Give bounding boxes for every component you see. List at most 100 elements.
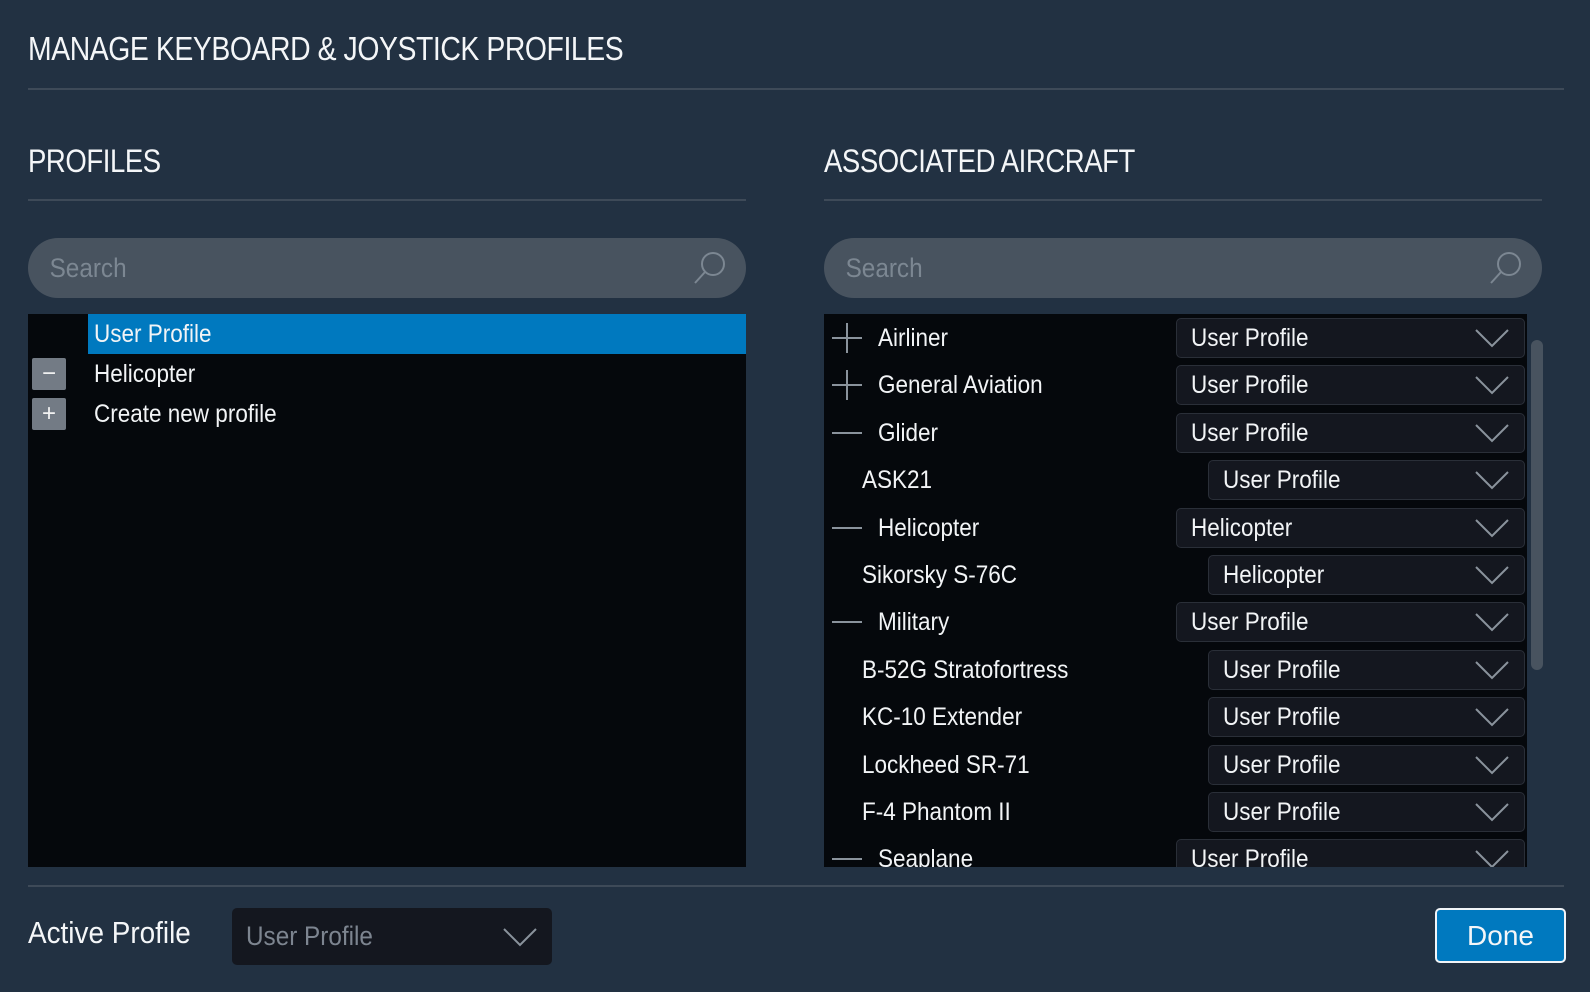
aircraft-heading: ASSOCIATED AIRCRAFT — [824, 143, 1135, 179]
category-name: Seaplane — [878, 844, 974, 868]
search-icon[interactable] — [1486, 248, 1526, 288]
profiles-divider — [28, 199, 746, 201]
profile-dropdown-value: User Profile — [1223, 465, 1341, 494]
profile-item[interactable]: User Profile — [28, 314, 746, 354]
aircraft-name: F-4 Phantom II — [862, 797, 1011, 826]
chevron-down-icon — [1475, 519, 1509, 538]
profiles-list: User Profile − Helicopter + Create new profi… — [28, 314, 746, 867]
category-name: Helicopter — [878, 513, 980, 542]
profile-item-label[interactable]: Helicopter — [88, 354, 746, 394]
aircraft-name: Sikorsky S-76C — [862, 560, 1018, 589]
chevron-down-icon — [1475, 376, 1509, 395]
plus-icon: + — [41, 400, 56, 427]
aircraft-list-scrollbar[interactable] — [1531, 340, 1543, 670]
profile-item[interactable]: − Helicopter — [28, 354, 746, 394]
aircraft-divider — [824, 199, 1542, 201]
chevron-down-icon — [503, 927, 537, 946]
aircraft-row: ASK21 User Profile — [824, 456, 1527, 504]
profile-dropdown-value: User Profile — [1191, 607, 1309, 636]
active-profile-label: Active Profile — [28, 915, 191, 950]
category-name: Airliner — [878, 323, 949, 352]
done-button[interactable]: Done — [1435, 908, 1566, 963]
profile-dropdown[interactable]: User Profile — [1176, 413, 1525, 453]
category-name: General Aviation — [878, 370, 1043, 399]
profile-item-label[interactable]: Create new profile — [88, 394, 746, 434]
chevron-down-icon — [1475, 613, 1509, 632]
aircraft-name: B-52G Stratofortress — [862, 655, 1069, 684]
profile-item-label[interactable]: User Profile — [88, 314, 746, 354]
collapse-icon[interactable] — [832, 843, 864, 867]
category-name: Glider — [878, 418, 939, 447]
aircraft-category-row: Glider User Profile — [824, 409, 1527, 457]
profile-dropdown[interactable]: User Profile — [1176, 602, 1525, 642]
profile-dropdown-value: User Profile — [1223, 655, 1341, 684]
chevron-down-icon — [1475, 471, 1509, 490]
search-icon[interactable] — [690, 248, 730, 288]
expand-icon[interactable] — [832, 322, 864, 354]
aircraft-name: Lockheed SR-71 — [862, 750, 1030, 779]
remove-profile-button[interactable]: − — [32, 358, 66, 390]
profiles-search[interactable] — [28, 238, 746, 298]
profile-name: User Profile — [94, 319, 212, 348]
aircraft-row: F-4 Phantom II User Profile — [824, 788, 1527, 836]
profile-dropdown-value: User Profile — [1191, 370, 1309, 399]
aircraft-category-row: Helicopter Helicopter — [824, 504, 1527, 552]
expand-icon[interactable] — [832, 369, 864, 401]
aircraft-row: KC-10 Extender User Profile — [824, 693, 1527, 741]
profile-dropdown-value: Helicopter — [1191, 513, 1293, 542]
profile-dropdown-value: User Profile — [1191, 844, 1309, 868]
active-profile-dropdown[interactable]: User Profile — [232, 908, 552, 965]
profiles-search-input[interactable] — [28, 252, 624, 284]
aircraft-list: Airliner User Profile General Aviation User… — [824, 314, 1527, 867]
footer-divider — [28, 885, 1564, 887]
chevron-down-icon — [1475, 566, 1509, 585]
profile-dropdown-value: Helicopter — [1223, 560, 1325, 589]
profile-dropdown[interactable]: User Profile — [1176, 365, 1525, 405]
profile-dropdown-value: User Profile — [1191, 323, 1309, 352]
manage-profiles-dialog: MANAGE KEYBOARD & JOYSTICK PROFILES PROF… — [0, 0, 1590, 992]
profile-dropdown[interactable]: User Profile — [1208, 697, 1525, 737]
profile-item[interactable]: + Create new profile — [28, 394, 746, 434]
profile-dropdown[interactable]: Helicopter — [1176, 508, 1525, 548]
aircraft-category-row: Military User Profile — [824, 598, 1527, 646]
chevron-down-icon — [1475, 329, 1509, 348]
profile-name: Helicopter — [94, 359, 196, 388]
title-divider — [28, 88, 1564, 90]
active-profile-value: User Profile — [246, 921, 373, 951]
profile-dropdown[interactable]: User Profile — [1208, 745, 1525, 785]
dialog-title: MANAGE KEYBOARD & JOYSTICK PROFILES — [28, 30, 624, 67]
aircraft-search-input[interactable] — [824, 252, 1420, 284]
profile-dropdown[interactable]: Helicopter — [1208, 555, 1525, 595]
profile-dropdown[interactable]: User Profile — [1208, 650, 1525, 690]
minus-icon: − — [41, 360, 56, 387]
profile-name: Create new profile — [94, 399, 277, 428]
collapse-icon[interactable] — [832, 512, 864, 544]
profile-dropdown-value: User Profile — [1191, 418, 1309, 447]
aircraft-name: KC-10 Extender — [862, 702, 1023, 731]
profile-dropdown-value: User Profile — [1223, 797, 1341, 826]
aircraft-category-row: Seaplane User Profile — [824, 835, 1527, 867]
profiles-heading: PROFILES — [28, 143, 161, 179]
chevron-down-icon — [1475, 661, 1509, 680]
aircraft-name: ASK21 — [862, 465, 933, 494]
aircraft-row: Lockheed SR-71 User Profile — [824, 741, 1527, 789]
aircraft-row: B-52G Stratofortress User Profile — [824, 646, 1527, 694]
profile-dropdown[interactable]: User Profile — [1176, 318, 1525, 358]
profile-dropdown-value: User Profile — [1223, 702, 1341, 731]
collapse-icon[interactable] — [832, 606, 864, 638]
chevron-down-icon — [1475, 708, 1509, 727]
aircraft-category-row: Airliner User Profile — [824, 314, 1527, 362]
aircraft-category-row: General Aviation User Profile — [824, 361, 1527, 409]
collapse-icon[interactable] — [832, 417, 864, 449]
profile-dropdown-value: User Profile — [1223, 750, 1341, 779]
chevron-down-icon — [1475, 803, 1509, 822]
category-name: Military — [878, 607, 950, 636]
aircraft-search[interactable] — [824, 238, 1542, 298]
aircraft-row: Sikorsky S-76C Helicopter — [824, 551, 1527, 599]
profile-dropdown[interactable]: User Profile — [1176, 839, 1525, 867]
chevron-down-icon — [1475, 850, 1509, 867]
profile-dropdown[interactable]: User Profile — [1208, 460, 1525, 500]
chevron-down-icon — [1475, 424, 1509, 443]
add-profile-button[interactable]: + — [32, 398, 66, 430]
profile-dropdown[interactable]: User Profile — [1208, 792, 1525, 832]
